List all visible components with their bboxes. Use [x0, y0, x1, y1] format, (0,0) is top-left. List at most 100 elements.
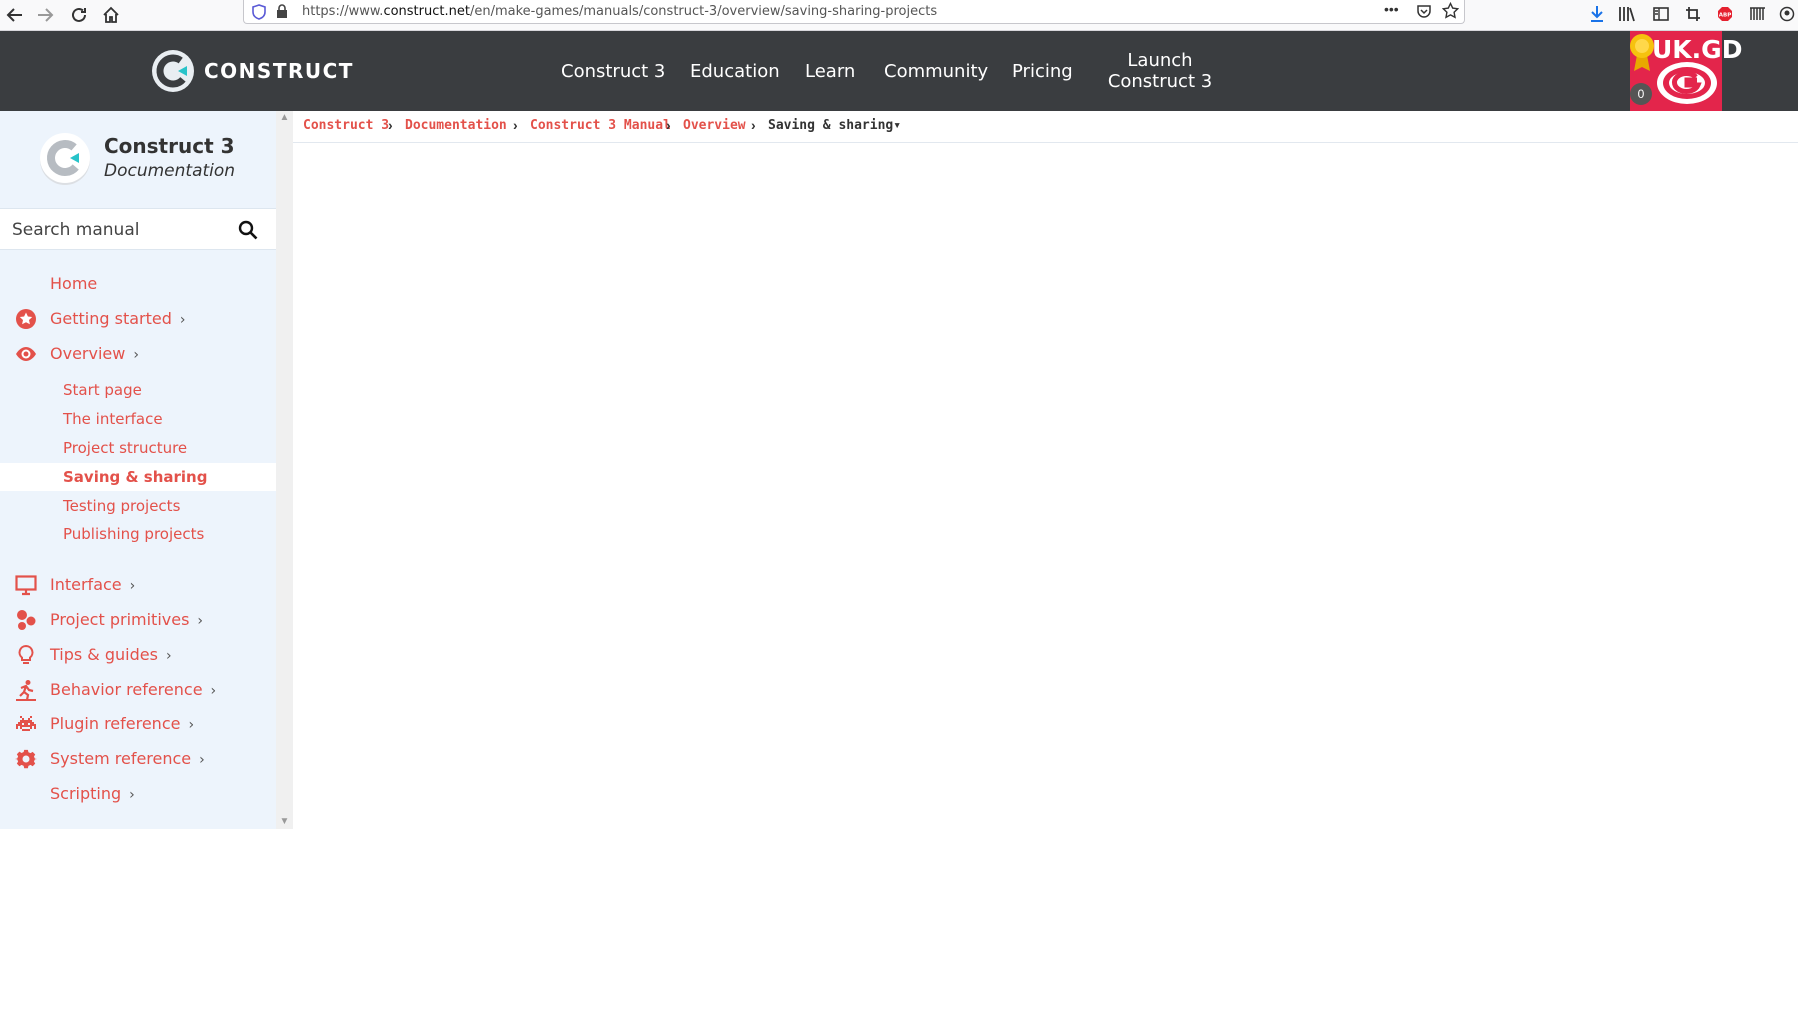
sidebar-item-label: Project primitives — [50, 610, 190, 629]
main-content — [293, 143, 1798, 829]
library-icon — [1619, 7, 1635, 22]
library-button[interactable] — [1616, 3, 1638, 25]
lightbulb-icon — [18, 644, 34, 664]
doc-title[interactable]: Construct 3 — [104, 134, 235, 158]
sidebar-item-label: Behavior reference — [50, 680, 203, 699]
reload-button[interactable] — [66, 2, 92, 28]
breadcrumb-current-dropdown[interactable]: Saving & sharing▾ — [768, 118, 901, 133]
avatar-text: UK.GD — [1652, 35, 1743, 64]
lock-icon[interactable] — [276, 4, 288, 19]
sidebar-subitem-testing-projects[interactable]: Testing projects — [0, 492, 276, 520]
chevron-right-icon: › — [129, 578, 136, 594]
eye-icon — [16, 347, 36, 361]
breadcrumb: Construct 3 › Documentation › Construct … — [293, 111, 1798, 143]
browser-toolbar: https://www.construct.net/en/make-games/… — [0, 0, 1798, 31]
sidebar-subitem-label: Publishing projects — [63, 525, 205, 543]
crop-icon — [1686, 7, 1700, 21]
nav-construct-3[interactable]: Construct 3 — [561, 31, 665, 111]
sidebar-item-interface[interactable]: Interface › — [0, 570, 276, 600]
sidebar-item-overview[interactable]: Overview › — [0, 339, 276, 369]
sidebar-subitem-the-interface[interactable]: The interface — [0, 405, 276, 433]
extension-button[interactable] — [1746, 3, 1768, 25]
sidebar-subitem-label: Project structure — [63, 439, 188, 457]
sidebar-subitem-label: Saving & sharing — [63, 468, 208, 486]
sidebar-subitem-saving-sharing[interactable]: Saving & sharing — [0, 463, 276, 491]
chevron-right-icon: › — [179, 312, 186, 328]
page-actions-menu[interactable]: ••• — [1384, 1, 1399, 17]
sidebar-item-plugin-reference[interactable]: Plugin reference › — [0, 709, 276, 739]
sidebar-toggle-button[interactable] — [1650, 3, 1672, 25]
nav-pricing[interactable]: Pricing — [1012, 31, 1073, 111]
url-text[interactable]: https://www.construct.net/en/make-games/… — [302, 4, 937, 19]
sidebar-scrollbar[interactable]: ▲ ▼ — [276, 111, 293, 829]
sidebar-subitem-project-structure[interactable]: Project structure — [0, 434, 276, 462]
sidebar-subitem-publishing-projects[interactable]: Publishing projects — [0, 520, 276, 548]
sidebar-item-label: System reference — [50, 749, 192, 768]
scroll-down-icon[interactable]: ▼ — [276, 815, 293, 829]
construct-doc-logo-icon[interactable] — [38, 131, 92, 185]
sidebar-icon — [1653, 7, 1669, 21]
breadcrumb-separator: › — [666, 117, 671, 133]
sidebar-subitem-label: Start page — [63, 381, 142, 399]
pocket-icon[interactable] — [1416, 3, 1432, 19]
home-icon — [103, 6, 119, 23]
chevron-right-icon: › — [188, 717, 195, 733]
sidebar-subitem-start-page[interactable]: Start page — [0, 376, 276, 404]
logo-text[interactable]: CONSTRUCT — [204, 59, 354, 83]
doc-sidebar: Construct 3 Documentation Home Getting s… — [0, 111, 276, 829]
construct-logo-icon[interactable] — [151, 49, 195, 93]
sidebar-item-behavior-reference[interactable]: Behavior reference › — [0, 675, 276, 705]
sidebar-item-label: Plugin reference — [50, 714, 181, 733]
sidebar-item-label: Tips & guides — [50, 645, 158, 664]
profile-button[interactable] — [1776, 3, 1798, 25]
invader-icon — [16, 716, 36, 731]
address-bar[interactable]: https://www.construct.net/en/make-games/… — [243, 0, 1465, 24]
medal-icon — [1630, 34, 1654, 71]
scroll-up-icon[interactable]: ▲ — [276, 111, 293, 125]
adblock-button[interactable]: ABP — [1714, 3, 1736, 25]
launch-line-1: Launch — [1127, 50, 1193, 71]
sidebar-item-tips-guides[interactable]: Tips & guides › — [0, 640, 276, 670]
nav-community[interactable]: Community — [884, 31, 988, 111]
breadcrumb-documentation[interactable]: Documentation — [405, 118, 507, 133]
sidebar-item-project-primitives[interactable]: Project primitives › — [0, 605, 276, 635]
shapes-icon — [17, 610, 36, 630]
doc-subtitle: Documentation — [104, 161, 236, 181]
chevron-right-icon: › — [133, 347, 139, 363]
profile-icon — [1779, 6, 1795, 22]
forward-button[interactable] — [32, 2, 58, 28]
shield-icon[interactable] — [252, 4, 266, 20]
sidebar-item-home[interactable]: Home — [0, 269, 276, 299]
bookmark-star-icon[interactable] — [1442, 2, 1459, 19]
nav-learn[interactable]: Learn — [805, 31, 855, 111]
sidebar-item-label: Home — [50, 274, 98, 293]
search-input[interactable] — [12, 217, 232, 243]
breadcrumb-separator: › — [513, 117, 518, 133]
sidebar-subitem-label: Testing projects — [63, 497, 181, 515]
notification-count-badge[interactable]: 0 — [1630, 83, 1652, 105]
chevron-right-icon: › — [197, 613, 204, 629]
search-icon[interactable] — [236, 218, 260, 242]
sidebar-item-label: Scripting — [50, 784, 122, 803]
sidebar-item-getting-started[interactable]: Getting started › — [0, 304, 276, 334]
arrow-left-icon — [6, 8, 22, 22]
sidebar-item-label: Overview — [50, 344, 126, 363]
avatar-g-logo-icon — [1657, 62, 1717, 104]
sidebar-item-system-reference[interactable]: System reference › — [0, 744, 276, 774]
breadcrumb-construct-3-manual[interactable]: Construct 3 Manual — [530, 118, 671, 133]
chevron-right-icon: › — [199, 752, 205, 768]
barcode-icon — [1750, 7, 1765, 20]
breadcrumb-construct-3[interactable]: Construct 3 — [303, 118, 389, 133]
site-header: CONSTRUCT Construct 3 Education Learn Co… — [0, 31, 1798, 111]
star-icon — [16, 309, 36, 329]
chevron-right-icon: › — [210, 683, 217, 699]
sidebar-item-scripting[interactable]: Scripting › — [0, 779, 276, 809]
crop-button[interactable] — [1682, 3, 1704, 25]
home-button[interactable] — [98, 2, 124, 28]
back-button[interactable] — [2, 2, 28, 28]
download-button[interactable] — [1586, 3, 1608, 25]
search-box — [0, 208, 276, 250]
breadcrumb-overview[interactable]: Overview — [683, 118, 746, 133]
nav-education[interactable]: Education — [690, 31, 780, 111]
launch-construct-3-button[interactable]: Launch Construct 3 — [1100, 50, 1220, 92]
